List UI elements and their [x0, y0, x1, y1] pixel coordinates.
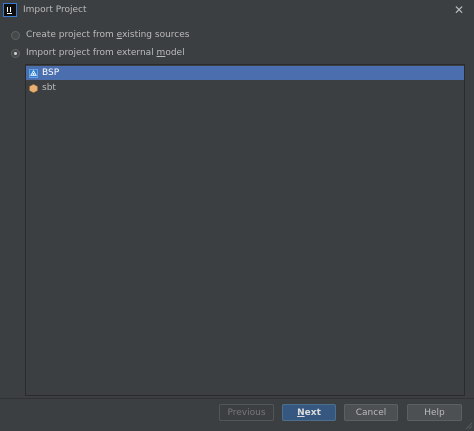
- bsp-label: BSP: [42, 68, 60, 78]
- import-project-dialog: Import Project ✕ Create project from exi…: [0, 0, 474, 431]
- radio-import-external-model[interactable]: [11, 48, 20, 58]
- list-item-bsp[interactable]: BSP: [26, 66, 464, 80]
- bsp-icon: [29, 68, 38, 78]
- radio-create-from-sources[interactable]: [11, 30, 20, 40]
- external-model-list[interactable]: BSP sbt: [25, 64, 465, 396]
- footer-divider: [0, 398, 474, 399]
- option-create-label: Create project from existing sources: [26, 30, 190, 40]
- list-item-sbt[interactable]: sbt: [26, 81, 464, 95]
- help-button[interactable]: Help: [407, 404, 462, 421]
- window-title: Import Project: [23, 5, 87, 15]
- next-button[interactable]: Next: [282, 404, 336, 421]
- cancel-button[interactable]: Cancel: [344, 404, 398, 421]
- sbt-label: sbt: [42, 83, 56, 93]
- option-import-external-model[interactable]: Import project from external model: [11, 46, 185, 60]
- close-icon: ✕: [453, 3, 465, 17]
- option-create-from-sources[interactable]: Create project from existing sources: [11, 28, 189, 42]
- option-import-label: Import project from external model: [26, 48, 185, 58]
- previous-button[interactable]: Previous: [219, 404, 274, 421]
- close-button[interactable]: ✕: [452, 3, 466, 17]
- sbt-icon: [29, 83, 38, 93]
- intellij-logo-icon: [3, 3, 17, 17]
- title-bar: Import Project ✕: [0, 0, 474, 22]
- resize-grip-icon[interactable]: [465, 422, 473, 430]
